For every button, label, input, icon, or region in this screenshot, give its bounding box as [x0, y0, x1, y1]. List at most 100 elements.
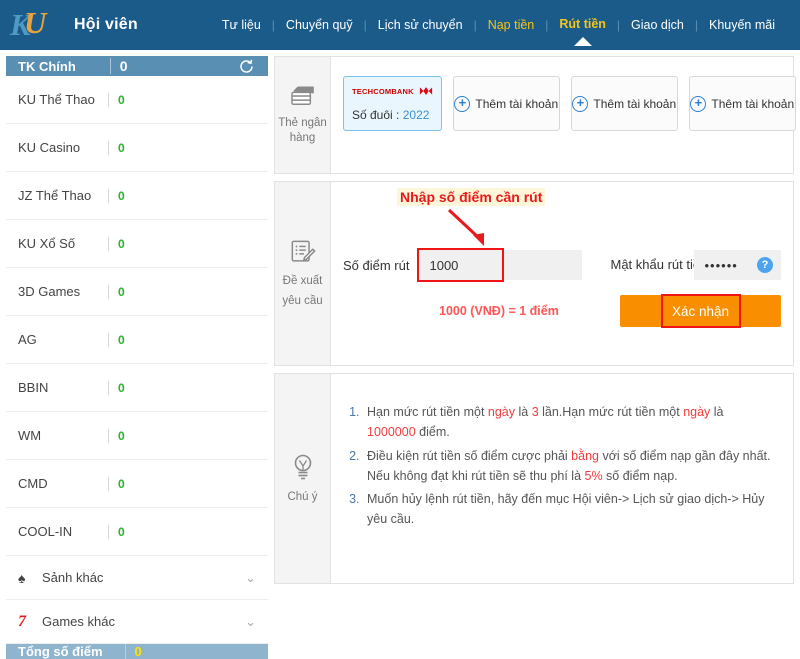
bank-card-techcombank[interactable]: TECHCOMBANK Số đuôi : 202 [343, 76, 442, 131]
note-text: là [515, 405, 532, 419]
note-highlight: 1000000 [367, 425, 416, 439]
amount-input-wrap [419, 250, 582, 280]
note-text: là [710, 405, 723, 419]
main-account-label: TK Chính [18, 59, 76, 74]
bank-logo: TECHCOMBANK [352, 84, 433, 99]
total-points-amount: 0 [125, 644, 142, 659]
notes-panel-side-label: Chú ý [287, 490, 317, 504]
add-bank-account-button[interactable]: +Thêm tài khoản [571, 76, 678, 131]
note-text: số điểm nạp. [603, 469, 678, 483]
sidebar-account-row[interactable]: KU Xổ Số0 [6, 220, 268, 268]
logo-letter-u: U [24, 7, 46, 38]
lightbulb-icon [290, 453, 316, 485]
note-text: Điều kiện rút tiền số điểm cược phải [367, 449, 571, 463]
total-points-label: Tổng số điểm [18, 644, 103, 659]
withdraw-amount-input[interactable] [419, 250, 582, 280]
sidebar-account-row[interactable]: WM0 [6, 412, 268, 460]
sidebar-account-row[interactable]: JZ Thể Thao0 [6, 172, 268, 220]
nav-item-0[interactable]: Tư liệu [211, 0, 272, 50]
sidebar-group-row[interactable]: 7 Games khác ⌄ [6, 600, 268, 644]
account-label: CMD [18, 476, 108, 491]
bank-panel-side: Thẻ ngân hàng [275, 57, 331, 173]
notes-panel: Chú ý Hạn mức rút tiền một ngày là 3 lần… [274, 373, 794, 584]
spade-icon: ♠ [18, 571, 38, 585]
form-panel-side-label-line2: yêu cầu [282, 294, 322, 308]
bank-card-panel: Thẻ ngân hàng TECHCOMBANK [274, 56, 794, 174]
document-edit-icon [290, 239, 316, 269]
account-amount: 0 [108, 141, 125, 155]
question-mark-icon[interactable]: ? [757, 257, 773, 273]
note-item: Điều kiện rút tiền số điểm cược phải bằn… [363, 446, 773, 487]
bank-card-tail: Số đuôi : 2022 [352, 108, 433, 122]
confirm-button[interactable]: Xác nhận [620, 295, 781, 327]
group-label: Games khác [42, 614, 115, 629]
main-account-amount: 0 [110, 58, 128, 74]
group-label: Sảnh khác [42, 570, 103, 585]
note-text: Hạn mức rút tiền một [367, 405, 488, 419]
page-layout: TK Chính 0 KU Thể Thao0KU Casino0JZ Thể … [0, 50, 800, 590]
account-amount: 0 [108, 285, 125, 299]
form-panel-side: Đề xuất yêu cầu [275, 182, 331, 365]
nav-item-3[interactable]: Nạp tiền [477, 0, 546, 50]
nav-item-1[interactable]: Chuyển quỹ [275, 0, 364, 50]
note-highlight: bằng [571, 449, 599, 463]
plus-icon: + [454, 96, 470, 112]
plus-icon: + [572, 96, 588, 112]
bank-panel-body: TECHCOMBANK Số đuôi : 202 [331, 57, 793, 173]
red-arrow-icon [446, 208, 492, 253]
note-highlight: ngày [683, 405, 710, 419]
conversion-rate-text: 1000 (VNĐ) = 1 điểm [439, 304, 559, 318]
refresh-icon[interactable] [236, 56, 256, 76]
app-header: K U Hội viên Tư liệu|Chuyển quỹ|Lịch sử … [0, 0, 800, 50]
ku-logo[interactable]: K U [0, 0, 62, 50]
sidebar-account-row[interactable]: BBIN0 [6, 364, 268, 412]
account-label: KU Thể Thao [18, 92, 108, 107]
chevron-down-icon[interactable]: ⌄ [245, 615, 256, 628]
sidebar-account-row[interactable]: AG0 [6, 316, 268, 364]
plus-icon: + [690, 96, 706, 112]
nav-item-6[interactable]: Khuyến mãi [698, 0, 786, 50]
account-label: JZ Thể Thao [18, 188, 108, 203]
notes-panel-body: Hạn mức rút tiền một ngày là 3 lần.Hạn m… [331, 374, 793, 583]
form-panel-side-label-line1: Đề xuất [283, 274, 323, 288]
account-label: COOL-IN [18, 524, 108, 539]
page-title: Hội viên [74, 16, 138, 34]
sidebar-main-account[interactable]: TK Chính 0 [6, 56, 268, 76]
sidebar-account-row[interactable]: COOL-IN0 [6, 508, 268, 556]
sidebar-account-row[interactable]: CMD0 [6, 460, 268, 508]
account-amount: 0 [108, 429, 125, 443]
add-bank-account-button[interactable]: +Thêm tài khoản [453, 76, 560, 131]
nav-item-5[interactable]: Giao dịch [620, 0, 695, 50]
notes-panel-side: Chú ý [275, 374, 331, 583]
add-bank-account-label: Thêm tài khoản [711, 97, 794, 111]
account-label: KU Casino [18, 140, 108, 155]
password-input-wrap: ? [694, 250, 781, 280]
note-text: lần.Hạn mức rút tiền một [539, 405, 684, 419]
sidebar-account-row[interactable]: KU Thể Thao0 [6, 76, 268, 124]
chevron-down-icon[interactable]: ⌄ [245, 571, 256, 584]
add-bank-account-button[interactable]: + Thêm tài khoản [689, 76, 796, 131]
nav-item-2[interactable]: Lịch sử chuyển [367, 0, 474, 50]
nav-item-4[interactable]: Rút tiền [548, 4, 617, 44]
account-amount: 0 [108, 381, 125, 395]
techcombank-diamond-icon [419, 84, 433, 99]
note-highlight: 3 [532, 405, 539, 419]
account-label: KU Xổ Số [18, 236, 108, 251]
sidebar-account-list: KU Thể Thao0KU Casino0JZ Thể Thao0KU Xổ … [6, 76, 268, 556]
sidebar-account-row[interactable]: 3D Games0 [6, 268, 268, 316]
note-item: Muốn hủy lệnh rút tiền, hãy đến mục Hội … [363, 489, 773, 530]
password-field-label: Mật khẩu rút tiền [610, 258, 684, 273]
note-highlight: 5% [585, 469, 603, 483]
account-label: AG [18, 332, 108, 347]
account-amount: 0 [108, 477, 125, 491]
sidebar-account-row[interactable]: KU Casino0 [6, 124, 268, 172]
form-panel-body: Nhập số điểm cần rút Số điểm rút Mật khẩ… [331, 182, 793, 365]
seven-icon: 7 [18, 614, 38, 630]
account-label: WM [18, 428, 108, 443]
sidebar-group-row[interactable]: ♠ Sảnh khác ⌄ [6, 556, 268, 600]
account-amount: 0 [108, 333, 125, 347]
account-amount: 0 [108, 237, 125, 251]
bank-tail-value: 2022 [403, 108, 430, 122]
account-label: BBIN [18, 380, 108, 395]
amount-field-label: Số điểm rút [343, 258, 409, 273]
